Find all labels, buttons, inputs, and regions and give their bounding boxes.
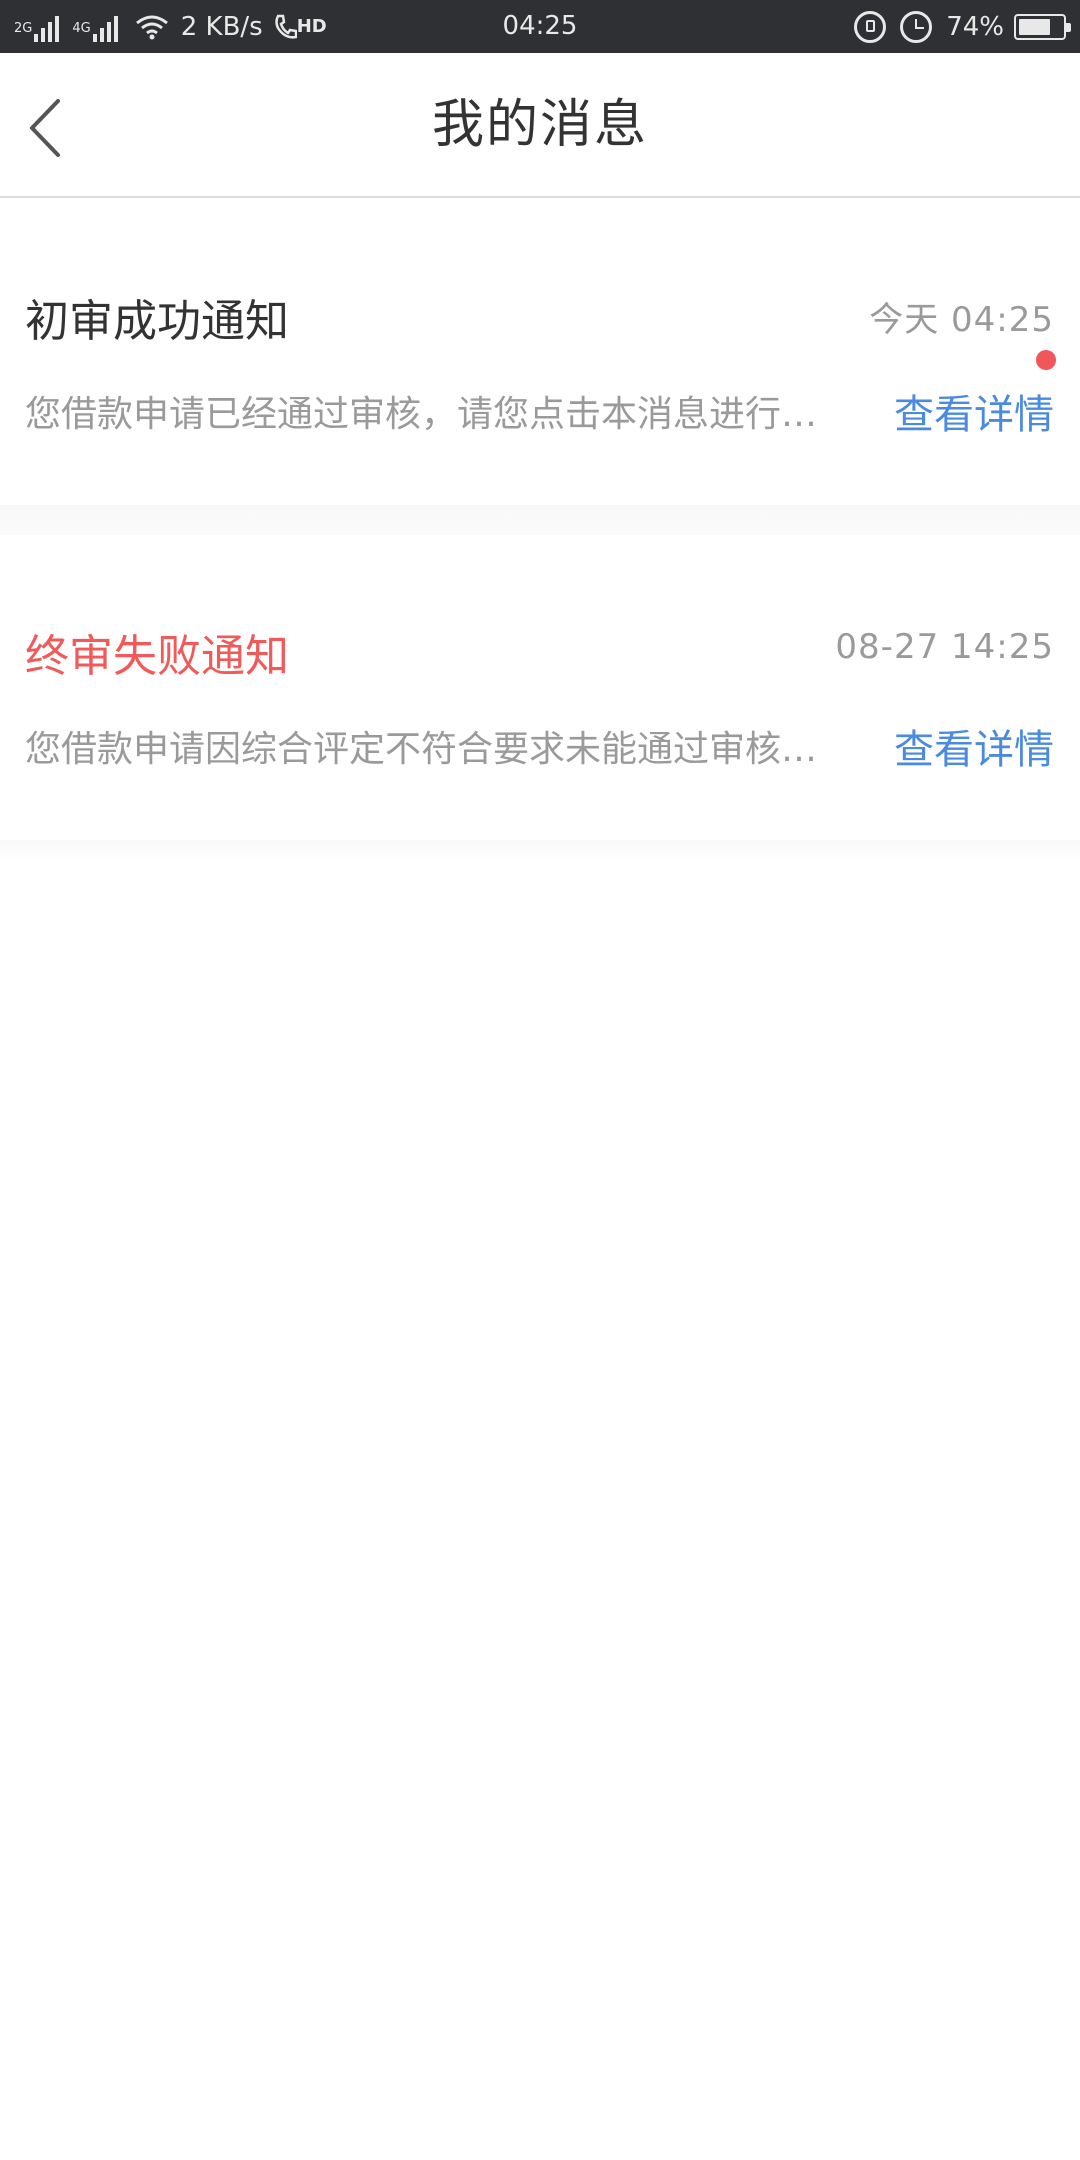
rotation-lock-icon xyxy=(854,10,887,43)
message-item[interactable]: 初审成功通知 今天 04:25 您借款申请已经通过审核，请您点击本消息进行… 查… xyxy=(0,200,1080,505)
message-body: 您借款申请因综合评定不符合要求未能通过审核… xyxy=(25,729,818,770)
status-bar: 2G 4G 2 KB/s HD 04:25 74% xyxy=(0,0,1080,53)
message-body: 您借款申请已经通过审核，请您点击本消息进行… xyxy=(25,394,818,435)
message-time: 今天 04:25 xyxy=(869,300,1054,340)
nav-header: 我的消息 xyxy=(0,53,1080,198)
alarm-icon xyxy=(900,10,933,43)
divider xyxy=(0,840,1080,860)
message-title: 初审成功通知 xyxy=(25,296,289,347)
battery-percent: 74% xyxy=(946,11,1004,42)
message-title: 终审失败通知 xyxy=(25,631,289,682)
page-title: 我的消息 xyxy=(431,95,648,155)
message-time: 08-27 14:25 xyxy=(835,627,1054,667)
divider xyxy=(0,505,1080,535)
battery-icon xyxy=(1014,13,1071,40)
status-right: 74% xyxy=(854,0,1071,53)
unread-dot-icon xyxy=(1036,350,1056,370)
view-details-link[interactable]: 查看详情 xyxy=(894,382,1054,440)
message-item[interactable]: 终审失败通知 08-27 14:25 您借款申请因综合评定不符合要求未能通过审核… xyxy=(0,535,1080,840)
view-details-link[interactable]: 查看详情 xyxy=(894,717,1054,775)
